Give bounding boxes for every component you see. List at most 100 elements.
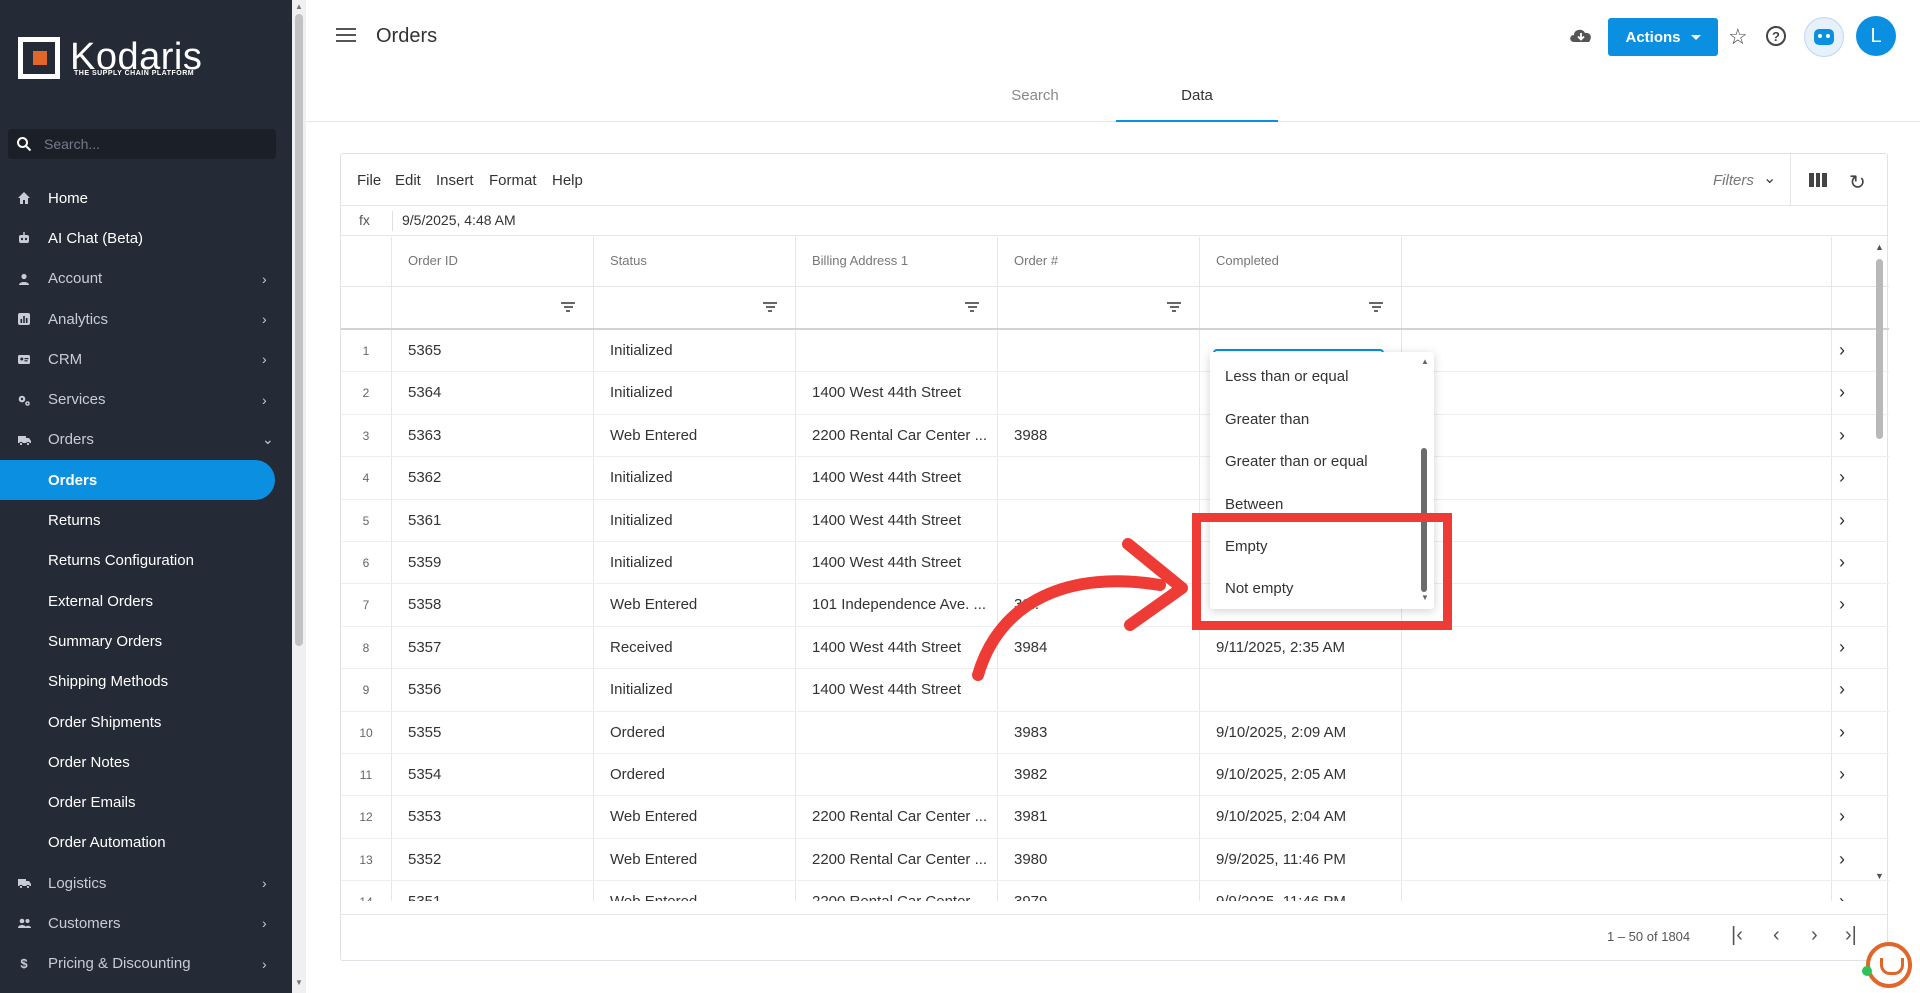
table-cell-completed[interactable]: 9/11/2025, 2:35 AM <box>1200 626 1402 669</box>
sidebar-item-order-shipments[interactable]: Order Shipments <box>0 702 292 742</box>
table-cell-completed[interactable]: 9/10/2025, 2:04 AM <box>1200 796 1402 838</box>
table-cell-addr[interactable]: 2200 Rental Car Center ... <box>796 881 998 901</box>
table-cell-ord[interactable]: 3988 <box>998 414 1200 457</box>
filter-completed[interactable] <box>1200 287 1402 328</box>
table-cell-completed[interactable] <box>1200 669 1402 711</box>
table-cell-id[interactable]: 5362 <box>392 457 594 499</box>
scroll-up-icon[interactable]: ▲ <box>295 2 303 11</box>
sidebar-search-input[interactable] <box>44 136 244 152</box>
grid-scrollbar[interactable]: ▲ ▼ <box>1873 237 1887 901</box>
filter-order-id[interactable] <box>392 287 594 328</box>
table-row[interactable]: 11 5354 Ordered 3982 9/10/2025, 2:05 AM › <box>341 754 1889 797</box>
sidebar-item-home[interactable]: Home <box>0 178 292 218</box>
table-row[interactable]: 2 5364 Initialized 1400 West 44th Street › <box>341 372 1889 415</box>
chevron-right-icon[interactable]: › <box>1839 679 1845 700</box>
table-cell-ord[interactable]: 3982 <box>998 754 1200 796</box>
table-cell-status[interactable]: Initialized <box>594 542 796 584</box>
table-row[interactable]: 145351Web Entered2200 Rental Car Center … <box>341 881 1889 901</box>
tab-search[interactable]: Search <box>954 78 1116 122</box>
option-greater-than[interactable]: Greater than <box>1225 411 1309 428</box>
last-page-icon[interactable]: ›| <box>1845 924 1857 947</box>
chevron-right-icon[interactable]: › <box>1839 340 1845 361</box>
table-cell-status[interactable]: Web Entered <box>594 838 796 881</box>
table-cell-addr[interactable] <box>796 330 998 372</box>
sidebar-item-orders[interactable]: Orders <box>0 460 275 501</box>
menu-edit[interactable]: Edit <box>395 172 421 189</box>
option-less-than-or-equal[interactable]: Less than or equal <box>1225 368 1348 385</box>
cloud-download-icon[interactable] <box>1568 25 1594 45</box>
table-cell-ord[interactable]: 3980 <box>998 838 1200 881</box>
table-cell-ord[interactable] <box>998 330 1200 372</box>
table-cell-id[interactable]: 5354 <box>392 754 594 796</box>
column-header-order-id[interactable]: Order ID <box>392 237 594 286</box>
sidebar-item-shipping-methods[interactable]: Shipping Methods <box>0 662 292 702</box>
filter-icon[interactable] <box>1167 302 1181 312</box>
next-page-icon[interactable]: › <box>1811 924 1818 947</box>
table-cell-status[interactable]: Web Entered <box>594 584 796 626</box>
scroll-down-icon[interactable]: ▼ <box>295 978 303 987</box>
filters-dropdown[interactable]: Filters <box>1713 172 1754 189</box>
table-cell-ord[interactable] <box>998 372 1200 414</box>
previous-page-icon[interactable]: ‹ <box>1773 924 1780 947</box>
chevron-right-icon[interactable]: › <box>1839 722 1845 743</box>
table-row[interactable]: 3 5363 Web Entered 2200 Rental Car Center .… <box>341 414 1889 458</box>
table-cell-status[interactable]: Web Entered <box>594 881 796 901</box>
option-greater-than-or-equal[interactable]: Greater than or equal <box>1225 453 1368 470</box>
table-cell-ord[interactable]: 3983 <box>998 711 1200 753</box>
sidebar-item-orders-group[interactable]: Orders ⌄ <box>0 420 292 460</box>
sidebar-item-returns-configuration[interactable]: Returns Configuration <box>0 541 292 581</box>
table-cell-addr[interactable] <box>796 711 998 753</box>
refresh-icon[interactable]: ↻ <box>1849 170 1866 195</box>
table-cell-id[interactable]: 5364 <box>392 372 594 414</box>
chevron-down-icon[interactable]: ⌄ <box>1763 168 1776 188</box>
chevron-right-icon[interactable]: › <box>1839 425 1845 446</box>
sidebar-item-services[interactable]: Services › <box>0 379 292 419</box>
chevron-right-icon[interactable]: › <box>1839 637 1845 658</box>
sidebar-item-order-automation[interactable]: Order Automation <box>0 823 292 863</box>
table-cell-completed[interactable]: 9/10/2025, 2:09 AM <box>1200 711 1402 753</box>
chat-support-icon[interactable] <box>1866 942 1912 988</box>
table-cell-addr[interactable]: 2200 Rental Car Center ... <box>796 838 998 881</box>
table-row[interactable]: 13 5352 Web Entered 2200 Rental Car Center … <box>341 838 1889 882</box>
table-cell-status[interactable]: Initialized <box>594 457 796 499</box>
ai-assistant-icon[interactable] <box>1804 17 1844 57</box>
column-header-order-number[interactable]: Order # <box>998 237 1200 286</box>
table-cell-completed[interactable]: 9/9/2025, 11:46 PM <box>1200 838 1402 881</box>
chevron-right-icon[interactable]: › <box>1839 849 1845 870</box>
table-cell-status[interactable]: Web Entered <box>594 796 796 838</box>
filter-icon[interactable] <box>561 302 575 312</box>
sidebar-item-ai-chat[interactable]: AI Chat (Beta) <box>0 218 292 258</box>
table-cell-ord[interactable] <box>998 457 1200 499</box>
table-cell-ord[interactable]: 3981 <box>998 796 1200 838</box>
table-cell-id[interactable]: 5359 <box>392 542 594 584</box>
chevron-right-icon[interactable]: › <box>1839 594 1845 615</box>
table-cell-completed[interactable]: 9/9/2025, 11:46 PM <box>1200 881 1402 901</box>
table-cell-id[interactable]: 5356 <box>392 669 594 711</box>
sidebar-scrollbar[interactable]: ▲ ▼ <box>292 0 306 993</box>
menu-format[interactable]: Format <box>489 172 537 189</box>
chevron-right-icon[interactable]: › <box>1839 552 1845 573</box>
star-icon[interactable]: ☆ <box>1728 24 1748 50</box>
table-cell-addr[interactable]: 1400 West 44th Street <box>796 372 998 414</box>
sidebar-item-customers[interactable]: Customers › <box>0 903 292 943</box>
filter-billing-address[interactable] <box>796 287 998 328</box>
filter-icon[interactable] <box>965 302 979 312</box>
column-header-billing-address[interactable]: Billing Address 1 <box>796 237 998 286</box>
table-cell-id[interactable]: 5361 <box>392 499 594 541</box>
table-cell-status[interactable]: Initialized <box>594 330 796 372</box>
table-cell-addr[interactable]: 1400 West 44th Street <box>796 457 998 499</box>
table-cell-id[interactable]: 5357 <box>392 626 594 669</box>
sidebar-item-order-emails[interactable]: Order Emails <box>0 782 292 822</box>
sidebar-item-external-orders[interactable]: External Orders <box>0 581 292 621</box>
sidebar-item-logistics[interactable]: Logistics › <box>0 863 292 903</box>
table-cell-status[interactable]: Ordered <box>594 754 796 796</box>
table-cell-id[interactable]: 5363 <box>392 414 594 457</box>
table-cell-addr[interactable] <box>796 754 998 796</box>
menu-insert[interactable]: Insert <box>436 172 474 189</box>
sidebar-item-returns[interactable]: Returns <box>0 500 292 540</box>
help-icon[interactable]: ? <box>1766 26 1786 46</box>
grid-scrollbar-thumb[interactable] <box>1876 259 1883 439</box>
menu-icon[interactable] <box>336 28 356 44</box>
chevron-right-icon[interactable]: › <box>1839 510 1845 531</box>
scroll-down-icon[interactable]: ▼ <box>1875 871 1884 881</box>
